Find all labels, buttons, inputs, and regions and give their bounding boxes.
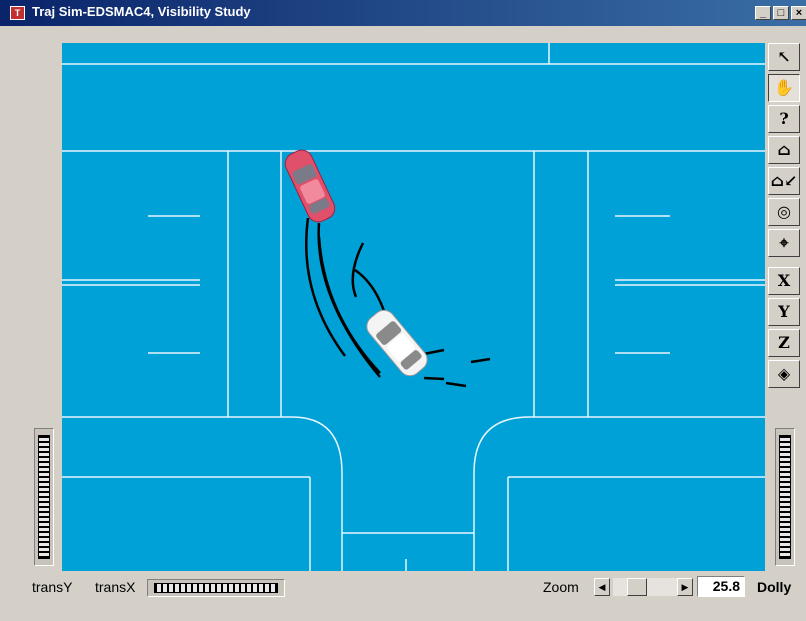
zoom-value-field[interactable]: 25.8 <box>697 576 745 597</box>
minimize-button[interactable]: _ <box>755 6 771 20</box>
skid-mark <box>317 236 381 374</box>
set-home-icon[interactable]: ⌂↙ <box>768 167 800 195</box>
dolly-thumbwheel[interactable] <box>775 428 795 566</box>
skid-mark <box>445 381 467 388</box>
skid-mark <box>317 222 381 378</box>
close-button[interactable]: × <box>791 6 806 20</box>
view-y-icon[interactable]: Y <box>768 298 800 326</box>
window-title: Traj Sim-EDSMAC4, Visibility Study <box>32 4 251 19</box>
transY-thumbwheel[interactable] <box>34 428 54 566</box>
thumbwheel-ridges <box>779 435 791 559</box>
skid-mark <box>423 348 445 356</box>
view-z-icon[interactable]: Z <box>768 329 800 357</box>
skid-mark <box>354 268 386 312</box>
title-bar: T Traj Sim-EDSMAC4, Visibility Study _ □… <box>0 0 806 26</box>
view-all-icon[interactable]: ◎ <box>768 198 800 226</box>
pick-arrow-icon[interactable]: ↖ <box>768 43 800 71</box>
zoom-increase-button[interactable]: ▶ <box>677 578 693 596</box>
skid-mark <box>305 217 347 357</box>
thumbwheel-ridges <box>38 435 50 559</box>
seek-icon[interactable]: ⌖ <box>768 229 800 257</box>
home-icon[interactable]: ⌂ <box>768 136 800 164</box>
road-markings <box>62 43 765 571</box>
transX-label: transX <box>95 579 136 595</box>
scene-viewport[interactable] <box>62 43 765 571</box>
skid-mark <box>351 242 365 298</box>
transY-label: transY <box>32 579 73 595</box>
curb-left <box>62 416 343 571</box>
thumbwheel-ridges <box>154 583 278 593</box>
skid-mark <box>423 376 445 381</box>
maximize-button[interactable]: □ <box>773 6 789 20</box>
transX-thumbwheel[interactable] <box>147 579 285 597</box>
zoom-slider-thumb[interactable] <box>627 578 647 596</box>
perspective-icon[interactable]: ◈ <box>768 360 800 388</box>
skid-mark <box>470 357 491 364</box>
zoom-label: Zoom <box>543 579 579 595</box>
dolly-label: Dolly <box>757 579 792 595</box>
zoom-decrease-button[interactable]: ◀ <box>594 578 610 596</box>
hand-pan-icon[interactable]: ✋ <box>768 74 800 102</box>
view-x-icon[interactable]: X <box>768 267 800 295</box>
intersection-scene <box>62 43 765 571</box>
app-icon[interactable]: T <box>10 6 25 20</box>
red-car <box>284 149 336 223</box>
curb-right <box>473 416 765 571</box>
help-icon[interactable]: ? <box>768 105 800 133</box>
